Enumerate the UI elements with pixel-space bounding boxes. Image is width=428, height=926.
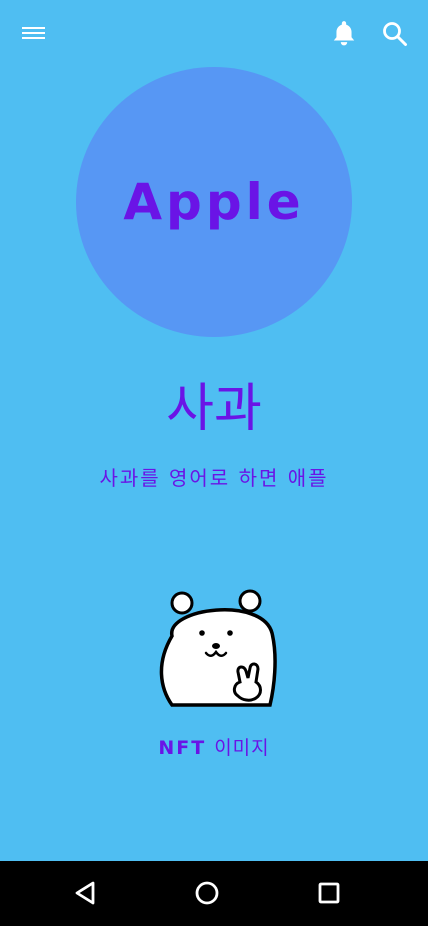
nft-caption-kr: 이미지 <box>214 737 270 759</box>
search-icon[interactable] <box>374 15 416 53</box>
back-triangle-icon[interactable] <box>67 875 103 911</box>
hamburger-menu-icon[interactable] <box>14 17 54 49</box>
hero-circle: Apple <box>76 67 352 337</box>
bear-character-icon <box>152 588 278 710</box>
nft-caption-en: NFT <box>158 737 207 759</box>
recents-square-icon[interactable] <box>311 875 347 911</box>
system-navigation-bar <box>0 861 428 926</box>
item-title: 사과 <box>166 379 262 439</box>
home-circle-icon[interactable] <box>189 875 225 911</box>
app-toolbar <box>0 0 428 66</box>
hero-circle-label: Apple <box>123 173 305 231</box>
nft-caption: NFT 이미지 <box>0 733 428 760</box>
item-description: 사과를 영어로 하면 애플 <box>99 466 329 490</box>
bell-icon[interactable] <box>324 15 364 51</box>
